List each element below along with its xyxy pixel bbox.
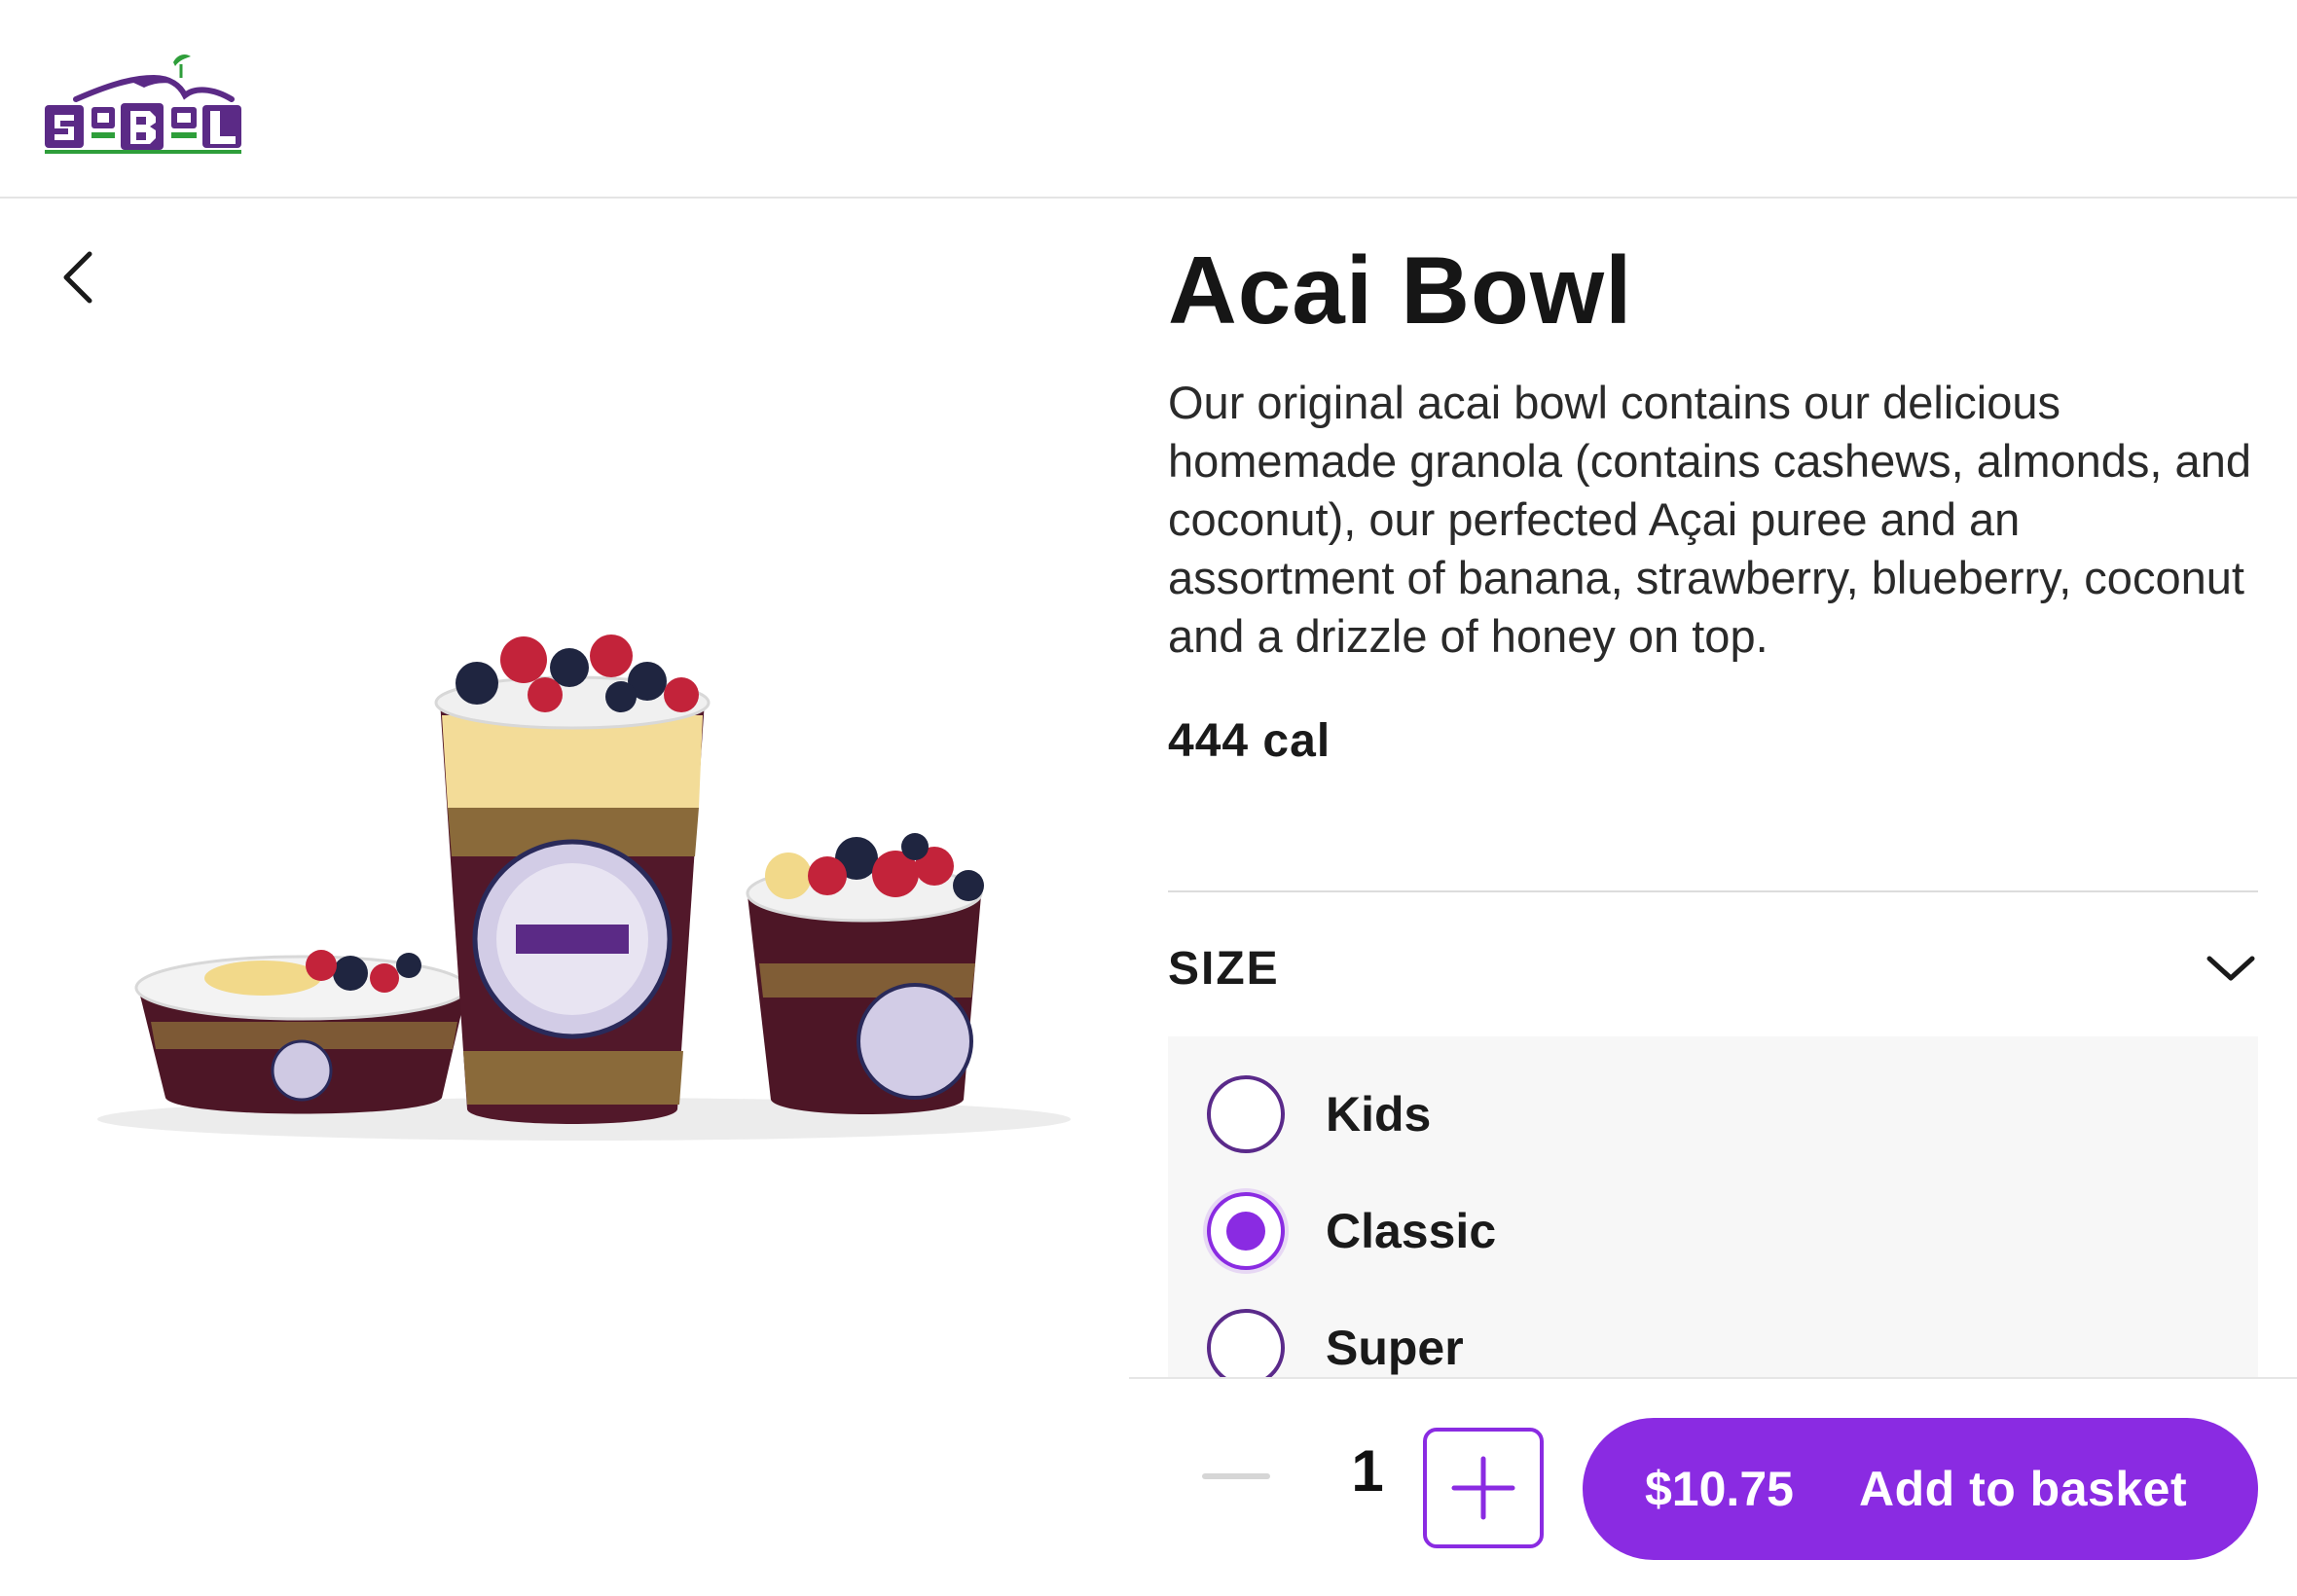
- super-cup: [434, 635, 711, 1124]
- product-image: [97, 635, 1071, 1141]
- minus-icon: [1202, 1473, 1270, 1479]
- add-to-basket-label: Add to basket: [1859, 1462, 2188, 1516]
- back-button[interactable]: [49, 243, 107, 311]
- size-option-label: Super: [1326, 1321, 1464, 1375]
- product-calories: 444 cal: [1168, 714, 1331, 767]
- chevron-down-icon: [2206, 956, 2255, 981]
- product-title: Acai Bowl: [1168, 236, 1633, 344]
- increase-quantity-button[interactable]: [1423, 1428, 1544, 1548]
- size-option-label: Kids: [1326, 1087, 1432, 1142]
- size-option-label: Classic: [1326, 1204, 1497, 1258]
- chevron-left-icon: [63, 251, 92, 304]
- classic-bowl: [746, 833, 984, 1114]
- radio-kids[interactable]: [1207, 1075, 1285, 1153]
- quantity-value: 1: [1351, 1438, 1384, 1504]
- radio-classic[interactable]: [1207, 1192, 1285, 1270]
- section-divider: [1168, 890, 2258, 892]
- kids-bowl: [134, 950, 469, 1114]
- product-description: Our original acai bowl contains our deli…: [1168, 376, 2251, 662]
- product-details: Acai Bowl Our original acai bowl contain…: [1168, 234, 2258, 768]
- size-option-classic[interactable]: Classic: [1207, 1192, 1496, 1270]
- radio-super[interactable]: [1207, 1309, 1285, 1377]
- sobol-logo[interactable]: [39, 39, 273, 165]
- plus-icon: [1451, 1456, 1515, 1520]
- size-section-toggle[interactable]: SIZE: [1168, 925, 2258, 1012]
- decrease-quantity-button[interactable]: [1192, 1428, 1280, 1525]
- add-to-basket-button[interactable]: $10.75 Add to basket: [1583, 1418, 2258, 1560]
- order-footer: 1 $10.75 Add to basket: [1129, 1377, 2297, 1596]
- top-header: [0, 0, 2297, 199]
- price-label: $10.75: [1645, 1462, 1794, 1516]
- size-section-label: SIZE: [1168, 942, 1280, 995]
- size-options: Kids Classic Super: [1168, 1036, 2258, 1377]
- size-option-kids[interactable]: Kids: [1207, 1075, 1431, 1153]
- size-option-super[interactable]: Super: [1207, 1309, 1464, 1377]
